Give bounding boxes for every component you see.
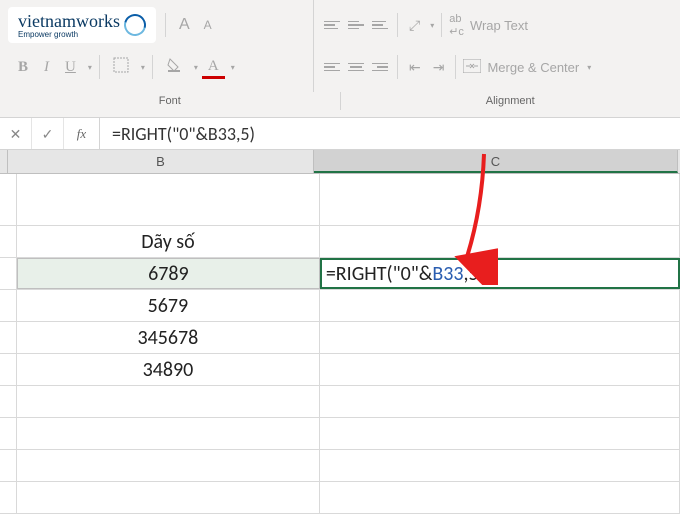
- cell[interactable]: [0, 482, 17, 513]
- cell-c33-editing[interactable]: =RIGHT("0"&B33,5): [320, 258, 680, 289]
- cell-b33[interactable]: 6789: [17, 258, 320, 289]
- logo-tagline: Empower growth: [18, 30, 120, 39]
- formula-prefix: =RIGHT("0"&: [326, 262, 433, 286]
- italic-button[interactable]: I: [38, 55, 55, 80]
- font-group-label: Font: [0, 92, 341, 110]
- decrease-indent-button[interactable]: ⇤: [405, 57, 425, 78]
- underline-button[interactable]: U: [59, 55, 82, 80]
- cell[interactable]: [0, 450, 17, 481]
- cell[interactable]: 5679: [17, 290, 320, 321]
- cell[interactable]: [0, 174, 17, 225]
- align-center-button[interactable]: [346, 57, 366, 77]
- cell[interactable]: [17, 386, 320, 417]
- font-color-button[interactable]: A: [202, 56, 225, 79]
- cell[interactable]: [0, 354, 17, 385]
- cell[interactable]: [17, 418, 320, 449]
- cell[interactable]: [0, 418, 17, 449]
- chevron-down-icon[interactable]: ▾: [430, 21, 434, 30]
- cell[interactable]: [0, 258, 17, 289]
- chevron-down-icon[interactable]: ▾: [141, 63, 145, 72]
- grid-row: [0, 418, 680, 450]
- cell[interactable]: [320, 482, 680, 513]
- logo-swirl-icon: [120, 10, 150, 40]
- align-middle-button[interactable]: [346, 15, 366, 35]
- cell[interactable]: 34890: [17, 354, 320, 385]
- spreadsheet-grid: B C Dãy số 6789 =RIGHT("0"&B33,5) 5679 3…: [0, 150, 680, 514]
- column-headers: B C: [0, 150, 680, 174]
- logo-text: vietnamworks: [18, 11, 120, 31]
- formula-bar: ✕ ✓ fx: [0, 118, 680, 150]
- cell[interactable]: [320, 174, 680, 225]
- merge-center-button[interactable]: Merge & Center ▾: [463, 46, 591, 88]
- alignment-group: ⤢▾ ab↵c Wrap Text ⇤ ⇥ Me: [314, 0, 680, 92]
- grid-row: [0, 386, 680, 418]
- fill-color-button[interactable]: [160, 53, 188, 82]
- alignment-group-label: Alignment: [341, 92, 680, 110]
- grid-row: Dãy số: [0, 226, 680, 258]
- col-header-c[interactable]: C: [314, 150, 678, 173]
- grid-row: [0, 482, 680, 514]
- wrap-text-label: Wrap Text: [470, 18, 528, 33]
- increase-font-button[interactable]: A: [175, 14, 194, 36]
- grid-row: 5679: [0, 290, 680, 322]
- font-group: vietnamworks Empower growth A A B I U ▾ ▾: [0, 0, 314, 92]
- cell[interactable]: [0, 386, 17, 417]
- col-header-a[interactable]: [0, 150, 8, 173]
- fx-button[interactable]: fx: [64, 118, 100, 149]
- confirm-formula-button[interactable]: ✓: [32, 118, 64, 149]
- cell[interactable]: [0, 322, 17, 353]
- borders-button[interactable]: [107, 53, 135, 82]
- grid-row: 6789 =RIGHT("0"&B33,5): [0, 258, 680, 290]
- cell[interactable]: [320, 322, 680, 353]
- grid-row: [0, 174, 680, 226]
- orientation-button[interactable]: ⤢: [405, 15, 424, 36]
- cell[interactable]: [320, 226, 680, 257]
- cell[interactable]: [0, 226, 17, 257]
- bold-button[interactable]: B: [12, 55, 34, 80]
- align-top-button[interactable]: [322, 15, 342, 35]
- align-bottom-button[interactable]: [370, 15, 390, 35]
- merge-icon: [463, 59, 481, 76]
- wrap-text-button[interactable]: ab↵c Wrap Text: [449, 4, 528, 46]
- cell[interactable]: [320, 354, 680, 385]
- formula-input[interactable]: [100, 118, 680, 149]
- align-right-button[interactable]: [370, 57, 390, 77]
- chevron-down-icon[interactable]: ▾: [587, 63, 591, 72]
- formula-suffix: ,5): [464, 262, 485, 286]
- increase-indent-button[interactable]: ⇥: [429, 57, 449, 78]
- align-left-button[interactable]: [322, 57, 342, 77]
- brand-logo: vietnamworks Empower growth: [8, 7, 156, 43]
- cell[interactable]: [320, 418, 680, 449]
- cancel-formula-button[interactable]: ✕: [0, 118, 32, 149]
- merge-center-label: Merge & Center: [487, 60, 579, 75]
- chevron-down-icon[interactable]: ▾: [88, 63, 92, 72]
- col-header-b[interactable]: B: [8, 150, 314, 173]
- chevron-down-icon[interactable]: ▾: [231, 63, 235, 72]
- cell[interactable]: [17, 174, 320, 225]
- cell[interactable]: 345678: [17, 322, 320, 353]
- cell[interactable]: [320, 450, 680, 481]
- chevron-down-icon[interactable]: ▾: [194, 63, 198, 72]
- cell[interactable]: [17, 450, 320, 481]
- grid-row: 34890: [0, 354, 680, 386]
- cell[interactable]: [17, 482, 320, 513]
- wrap-text-icon: ab↵c: [449, 13, 464, 38]
- cell[interactable]: [0, 290, 17, 321]
- ribbon: vietnamworks Empower growth A A B I U ▾ ▾: [0, 0, 680, 118]
- decrease-font-button[interactable]: A: [200, 16, 216, 34]
- cell-header[interactable]: Dãy số: [17, 226, 320, 257]
- cell[interactable]: [320, 290, 680, 321]
- grid-row: [0, 450, 680, 482]
- cell[interactable]: [320, 386, 680, 417]
- formula-ref: B33: [432, 262, 463, 286]
- grid-row: 345678: [0, 322, 680, 354]
